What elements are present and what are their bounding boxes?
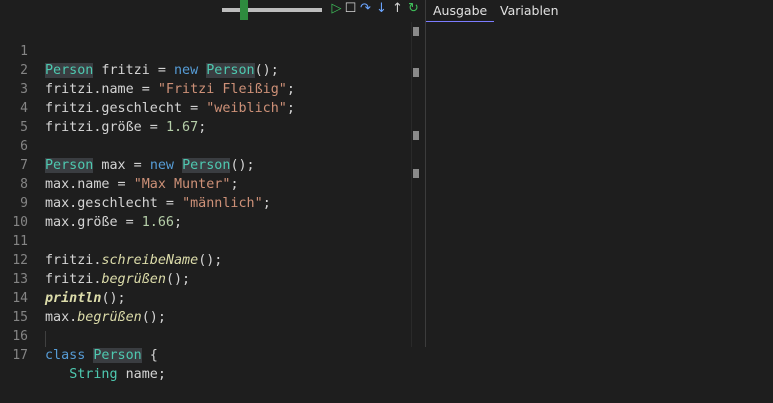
- scrollbar-marker: [413, 27, 419, 36]
- code-line[interactable]: 3 fritzi.geschlecht = "weiblich";: [0, 61, 420, 116]
- code-editor[interactable]: 1 Person fritzi = new Person(); 2 fritzi…: [0, 22, 420, 382]
- code-line[interactable]: 11 fritzi.schreibeName();: [0, 213, 420, 268]
- code-text: String name;: [69, 367, 166, 382]
- code-line[interactable]: 14 max.begrüßen();: [0, 270, 420, 325]
- code-text: class Person {: [45, 348, 158, 363]
- code-line[interactable]: 8 max.geschlecht = "männlich";: [0, 156, 420, 211]
- code-line[interactable]: 2 fritzi.name = "Fritzi Fleißig";: [0, 42, 420, 97]
- code-line[interactable]: 16 class Person {: [0, 308, 420, 363]
- scrollbar-marker: [413, 131, 419, 140]
- step-into-icon[interactable]: ↓: [375, 1, 388, 17]
- speed-slider-track[interactable]: [222, 8, 322, 12]
- step-out-icon[interactable]: ↑: [391, 1, 404, 17]
- active-tab-indicator: [426, 21, 494, 22]
- line-number: 17: [12, 348, 28, 363]
- code-line[interactable]: 4 fritzi.größe = 1.67;: [0, 80, 420, 135]
- code-line[interactable]: 9 max.größe = 1.66;: [0, 175, 420, 230]
- scrollbar-marker: [413, 68, 419, 77]
- code-line[interactable]: 15: [0, 289, 420, 325]
- code-line[interactable]: 12 fritzi.begrüßen();: [0, 232, 420, 287]
- restart-icon[interactable]: ↻: [407, 1, 420, 17]
- code-line[interactable]: 13 println();: [0, 251, 420, 306]
- play-icon[interactable]: ▷: [330, 1, 343, 17]
- code-line[interactable]: 1 Person fritzi = new Person();: [0, 23, 420, 78]
- code-line[interactable]: 10: [0, 194, 420, 230]
- scrollbar-marker: [413, 169, 419, 178]
- speed-slider-thumb[interactable]: [240, 0, 248, 20]
- stop-icon[interactable]: ☐: [344, 1, 357, 17]
- code-line[interactable]: 5: [0, 99, 420, 135]
- code-line[interactable]: 17 String name;: [0, 327, 420, 382]
- code-line[interactable]: 7 max.name = "Max Munter";: [0, 137, 420, 192]
- tab-variablen[interactable]: Variablen: [500, 3, 559, 19]
- editor-scrollbar[interactable]: [411, 22, 421, 347]
- output-panel: Ausgabe Variablen: [426, 0, 773, 347]
- indent-guide: [45, 331, 46, 347]
- tab-ausgabe[interactable]: Ausgabe: [433, 3, 487, 19]
- step-over-icon[interactable]: ↷: [359, 1, 372, 17]
- code-line[interactable]: 6 Person max = new Person();: [0, 118, 420, 173]
- debug-toolbar: ▷ ☐ ↷ ↓ ↑ ↻: [0, 0, 426, 22]
